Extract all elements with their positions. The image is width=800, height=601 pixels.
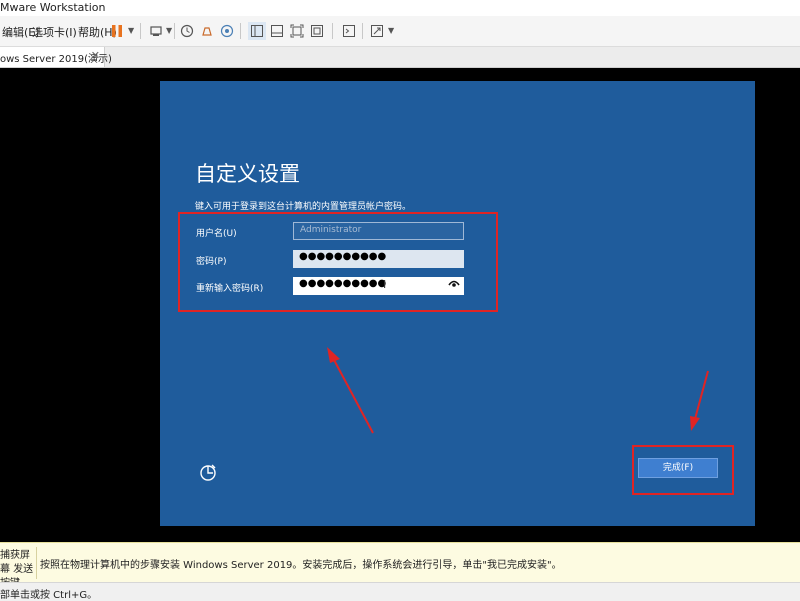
annotation-arrows	[327, 347, 709, 434]
vm-display[interactable]: 自定义设置 键入可用于登录到这台计算机的内置管理员帐户密码。 用户名(U) Ad…	[0, 68, 800, 542]
hint-message: 按照在物理计算机中的步骤安装 Windows Server 2019。安装完成后…	[40, 560, 562, 571]
chevron-down-icon[interactable]: ▼	[388, 26, 394, 35]
hint-divider	[36, 547, 37, 579]
chevron-down-icon[interactable]: ▼	[166, 26, 172, 35]
send-keys-icon[interactable]	[148, 22, 166, 40]
tab-bar: ows Server 2019(演示) ✕	[0, 47, 800, 68]
toolbar-divider	[140, 23, 141, 39]
toolbar-divider	[174, 23, 175, 39]
view-library-icon[interactable]	[248, 22, 266, 40]
fullscreen-icon[interactable]	[368, 22, 386, 40]
title-bar: Mware Workstation	[0, 0, 800, 16]
view-unity-icon[interactable]	[308, 22, 326, 40]
tab-vm[interactable]: ows Server 2019(演示) ✕	[0, 47, 112, 67]
status-text: 部单击或按 Ctrl+G。	[0, 590, 98, 601]
setup-screen: 自定义设置 键入可用于登录到这台计算机的内置管理员帐户密码。 用户名(U) Ad…	[160, 81, 755, 526]
view-fit-icon[interactable]	[288, 22, 306, 40]
console-icon[interactable]	[340, 22, 358, 40]
snapshot-manager-icon[interactable]	[218, 22, 236, 40]
toolbar-divider	[362, 23, 363, 39]
close-icon[interactable]: ✕	[91, 49, 100, 62]
menu-toolbar: 编辑(E) 选项卡(I) 帮助(H) ▼ ▼ ▼	[0, 16, 800, 47]
status-bar: 部单击或按 Ctrl+G。	[0, 582, 800, 601]
view-thumbnail-icon[interactable]	[268, 22, 286, 40]
snapshot-icon[interactable]	[178, 22, 196, 40]
revert-icon[interactable]	[198, 22, 216, 40]
toolbar-divider	[332, 23, 333, 39]
chevron-down-icon[interactable]: ▼	[128, 26, 134, 35]
menu-tabs[interactable]: 选项卡(I)	[32, 24, 77, 40]
window-title: Mware Workstation	[0, 1, 106, 14]
pause-icon[interactable]	[108, 22, 126, 40]
toolbar-divider	[240, 23, 241, 39]
hint-bar: 捕获屏幕 发送按键 按照在物理计算机中的步骤安装 Windows Server …	[0, 542, 800, 589]
